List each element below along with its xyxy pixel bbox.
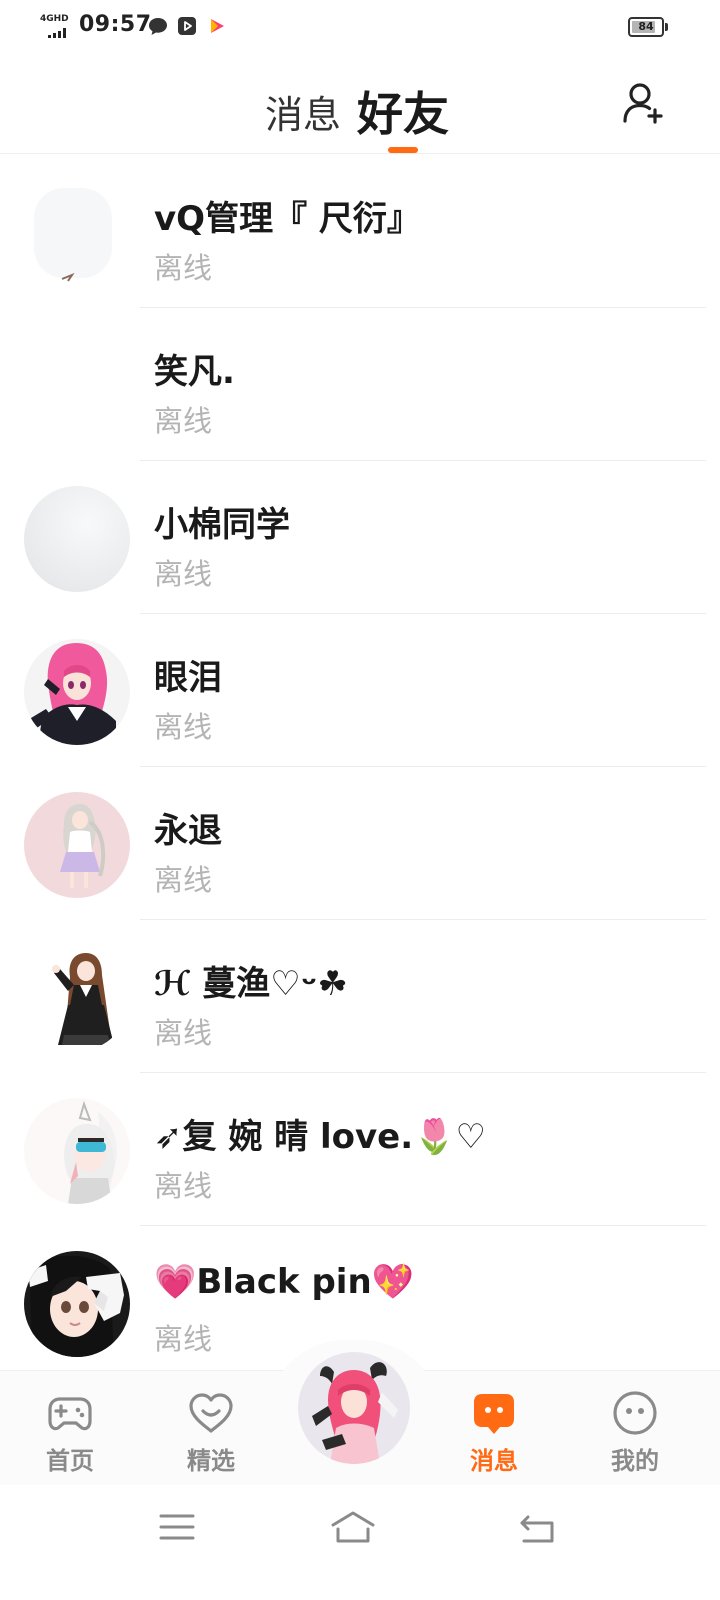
friend-name: 💗Black pin💖 xyxy=(154,1262,414,1302)
menu-icon[interactable] xyxy=(153,1507,201,1547)
friend-status: 离线 xyxy=(154,710,213,744)
nav-home-label: 首页 xyxy=(46,1447,94,1475)
signal-icon: 4GHD xyxy=(40,14,74,40)
center-avatar-button[interactable] xyxy=(298,1352,410,1464)
network-type: 4GHD xyxy=(40,14,69,24)
avatar-icon xyxy=(298,1352,410,1464)
friend-list: vQ管理『 尺衍』 离线 笑凡. 离线 小棉同学 离线 眼泪 离线 永退 离线 … xyxy=(0,155,720,1379)
tab-messages[interactable]: 消息 xyxy=(265,84,341,139)
friend-name: 永退 xyxy=(154,811,222,851)
friend-row[interactable]: 笑凡. 离线 xyxy=(0,308,720,461)
battery-level: 84 xyxy=(638,20,654,33)
friend-name: 眼泪 xyxy=(154,658,222,698)
friend-status: 离线 xyxy=(154,251,213,285)
active-tab-indicator xyxy=(388,147,418,153)
nav-me[interactable]: 我的 xyxy=(590,1383,680,1475)
battery-icon: 84 xyxy=(628,17,664,37)
avatar xyxy=(24,1251,130,1357)
nav-me-label: 我的 xyxy=(611,1447,659,1475)
home-icon[interactable] xyxy=(329,1507,377,1547)
friend-row[interactable]: 永退 离线 xyxy=(0,767,720,920)
video-play-icon xyxy=(211,19,224,33)
avatar xyxy=(24,792,130,898)
nav-home[interactable]: 首页 xyxy=(25,1383,115,1475)
nav-messages-label: 消息 xyxy=(470,1447,518,1475)
clock: 09:57 xyxy=(79,12,152,37)
add-user-icon[interactable] xyxy=(620,80,666,126)
friend-name: ➶复 婉 晴 love.🌷♡ xyxy=(154,1117,486,1157)
friend-status: 离线 xyxy=(154,1016,213,1050)
friend-row[interactable]: vQ管理『 尺衍』 离线 xyxy=(0,155,720,308)
friend-name: vQ管理『 尺衍』 xyxy=(154,199,421,239)
friend-row[interactable]: 小棉同学 离线 xyxy=(0,461,720,614)
friend-status: 离线 xyxy=(154,404,213,438)
play-box-icon xyxy=(178,17,196,35)
friend-name: ℋ 蔓渔♡ᵕ☘ xyxy=(154,964,348,1004)
avatar xyxy=(24,486,130,592)
heart-icon xyxy=(189,1393,233,1433)
friend-name: 笑凡. xyxy=(154,352,235,392)
header: 消息 好友 xyxy=(0,54,720,154)
gamepad-icon xyxy=(48,1397,92,1431)
nav-featured-label: 精选 xyxy=(187,1447,235,1475)
message-icon xyxy=(474,1394,514,1434)
friend-row[interactable]: ➶复 婉 晴 love.🌷♡ 离线 xyxy=(0,1073,720,1226)
friend-name: 小棉同学 xyxy=(154,505,290,545)
chat-bubble-icon xyxy=(149,18,167,35)
avatar xyxy=(24,180,130,286)
avatar xyxy=(24,945,130,1051)
avatar xyxy=(24,1098,130,1204)
friend-status: 离线 xyxy=(154,1169,213,1203)
friend-status: 离线 xyxy=(154,1322,213,1356)
battery-tip xyxy=(665,23,668,31)
nav-messages[interactable]: 消息 xyxy=(449,1383,539,1475)
tab-friends[interactable]: 好友 xyxy=(357,78,449,144)
avatar xyxy=(24,333,130,439)
status-bar: 4GHD 09:57 84 xyxy=(0,0,720,54)
system-navigation-bar xyxy=(0,1485,720,1600)
face-icon xyxy=(613,1391,657,1435)
avatar xyxy=(24,639,130,745)
friend-status: 离线 xyxy=(154,863,213,897)
nav-featured[interactable]: 精选 xyxy=(166,1383,256,1475)
friend-status: 离线 xyxy=(154,557,213,591)
friend-row[interactable]: 眼泪 离线 xyxy=(0,614,720,767)
back-icon[interactable] xyxy=(514,1507,562,1547)
friend-row[interactable]: ℋ 蔓渔♡ᵕ☘ 离线 xyxy=(0,920,720,1073)
